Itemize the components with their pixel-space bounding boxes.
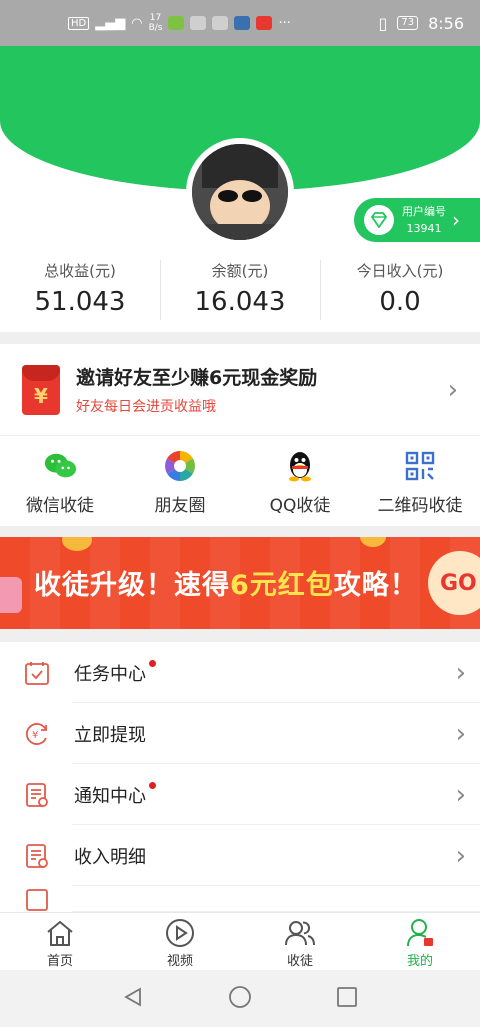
section-divider	[0, 526, 480, 537]
bottom-nav: 首页 视频 收徒 我的	[0, 912, 480, 970]
more-notifications-icon: ···	[278, 15, 291, 31]
stat-label: 余额(元)	[211, 262, 269, 280]
user-id-badge[interactable]: 用户编号 13941 ›	[352, 196, 480, 244]
chevron-right-icon: ›	[455, 779, 466, 810]
share-label: 朋友圈	[154, 496, 206, 516]
app-notification-icon	[234, 16, 251, 30]
income-details-icon	[22, 841, 52, 871]
menu-partial-icon	[22, 884, 52, 914]
wifi-icon: ◠	[131, 15, 143, 31]
recents-icon[interactable]	[336, 986, 358, 1012]
chevron-right-icon: ›	[447, 374, 458, 405]
section-divider	[0, 629, 480, 642]
signal-icon: ▂▄▆	[95, 15, 126, 31]
battery-icon: 73	[397, 16, 419, 30]
play-circle-icon	[163, 917, 197, 949]
section-divider	[0, 332, 480, 344]
banner-text: 收徒升级！速得6元红包攻略！	[34, 570, 418, 601]
nav-label: 视频	[166, 954, 193, 969]
stat-label: 总收益(元)	[44, 262, 116, 280]
share-wechat[interactable]: 微信收徒	[0, 437, 120, 525]
share-moments[interactable]: 朋友圈	[120, 437, 240, 525]
stat-value: 0.0	[379, 287, 421, 317]
share-label: 二维码收徒	[377, 496, 463, 516]
nav-label: 收徒	[286, 954, 313, 969]
invite-subtitle: 好友每日会进贡收益哦	[76, 399, 216, 415]
avatar[interactable]	[186, 138, 294, 246]
menu-item-partial[interactable]	[0, 886, 480, 912]
menu-label: 通知中心	[74, 781, 156, 808]
invite-reward-row[interactable]: ¥ 邀请好友至少赚6元现金奖励 好友每日会进贡收益哦 ›	[0, 344, 480, 436]
menu-label: 收入明细	[74, 846, 146, 868]
home-icon	[43, 917, 77, 949]
menu-item-task-center[interactable]: 任务中心 ›	[0, 642, 480, 703]
earnings-stats: 总收益(元) 51.043 余额(元) 16.043 今日收入(元) 0.0	[0, 256, 480, 326]
app-notification-icon	[190, 16, 207, 30]
diamond-icon	[364, 205, 394, 235]
moments-icon	[163, 449, 197, 483]
chevron-right-icon: ›	[455, 840, 466, 871]
menu-item-income-details[interactable]: 收入明细 ›	[0, 825, 480, 886]
share-qq[interactable]: QQ收徒	[240, 437, 360, 525]
status-bar: HD ▂▄▆ ◠ 17 B/s ··· ▯ 73 8:56	[0, 0, 480, 46]
withdraw-icon: ¥	[22, 719, 52, 749]
nav-home[interactable]: 首页	[0, 913, 120, 970]
wechat-icon	[43, 449, 77, 483]
chevron-right-icon: ›	[455, 657, 466, 688]
nav-apprentice[interactable]: 收徒	[240, 913, 360, 970]
user-id-value: 13941	[406, 222, 442, 235]
user-id-label: 用户编号	[402, 205, 446, 218]
stat-today-income[interactable]: 今日收入(元) 0.0	[320, 256, 480, 326]
stat-balance[interactable]: 余额(元) 16.043	[160, 256, 320, 326]
unread-dot	[149, 781, 156, 789]
promo-banner[interactable]: 收徒升级！速得6元红包攻略！ GO	[0, 537, 480, 629]
nav-video[interactable]: 视频	[120, 913, 240, 970]
nav-mine[interactable]: 我的	[360, 913, 480, 970]
stat-label: 今日收入(元)	[356, 262, 444, 280]
menu-item-notifications[interactable]: 通知中心 ›	[0, 764, 480, 825]
avatar-image	[192, 144, 288, 240]
menu-label: 立即提现	[74, 724, 146, 746]
users-icon	[283, 917, 317, 949]
clock: 8:56	[428, 13, 464, 33]
stat-value: 16.043	[194, 287, 286, 317]
unread-dot	[149, 659, 156, 667]
chevron-right-icon: ›	[452, 208, 460, 232]
app-notification-icon	[212, 16, 229, 30]
app-notification-icon	[256, 16, 273, 30]
notice-icon	[22, 780, 52, 810]
system-nav-bar	[0, 970, 480, 1027]
menu-list: 任务中心 › ¥ 立即提现 › 通知中心 › 收入明细 ›	[0, 642, 480, 912]
share-label: QQ收徒	[269, 496, 331, 516]
home-circle-icon[interactable]	[228, 985, 252, 1013]
vibrate-icon: ▯	[378, 13, 388, 33]
qrcode-icon	[403, 449, 437, 483]
nav-label: 我的	[406, 954, 433, 969]
gift-decoration	[0, 577, 22, 613]
svg-text:¥: ¥	[32, 730, 38, 741]
user-icon	[403, 917, 437, 949]
red-envelope-icon: ¥	[22, 364, 60, 415]
qq-icon	[283, 449, 317, 483]
back-icon[interactable]	[122, 986, 144, 1012]
stat-total-earnings[interactable]: 总收益(元) 51.043	[0, 256, 160, 326]
invite-title: 邀请好友至少赚6元现金奖励	[76, 367, 318, 389]
chevron-right-icon: ›	[455, 718, 466, 749]
menu-item-withdraw[interactable]: ¥ 立即提现 ›	[0, 703, 480, 764]
net-speed: 17 B/s	[148, 13, 163, 33]
nav-label: 首页	[46, 954, 73, 969]
calendar-check-icon	[22, 658, 52, 688]
stat-value: 51.043	[34, 287, 126, 317]
share-options: 微信收徒 朋友圈 QQ收徒 二维码收徒	[0, 437, 480, 525]
share-qrcode[interactable]: 二维码收徒	[360, 437, 480, 525]
share-label: 微信收徒	[26, 496, 94, 516]
hd-icon: HD	[68, 16, 90, 30]
menu-label: 任务中心	[74, 659, 156, 686]
app-notification-icon	[168, 16, 185, 30]
